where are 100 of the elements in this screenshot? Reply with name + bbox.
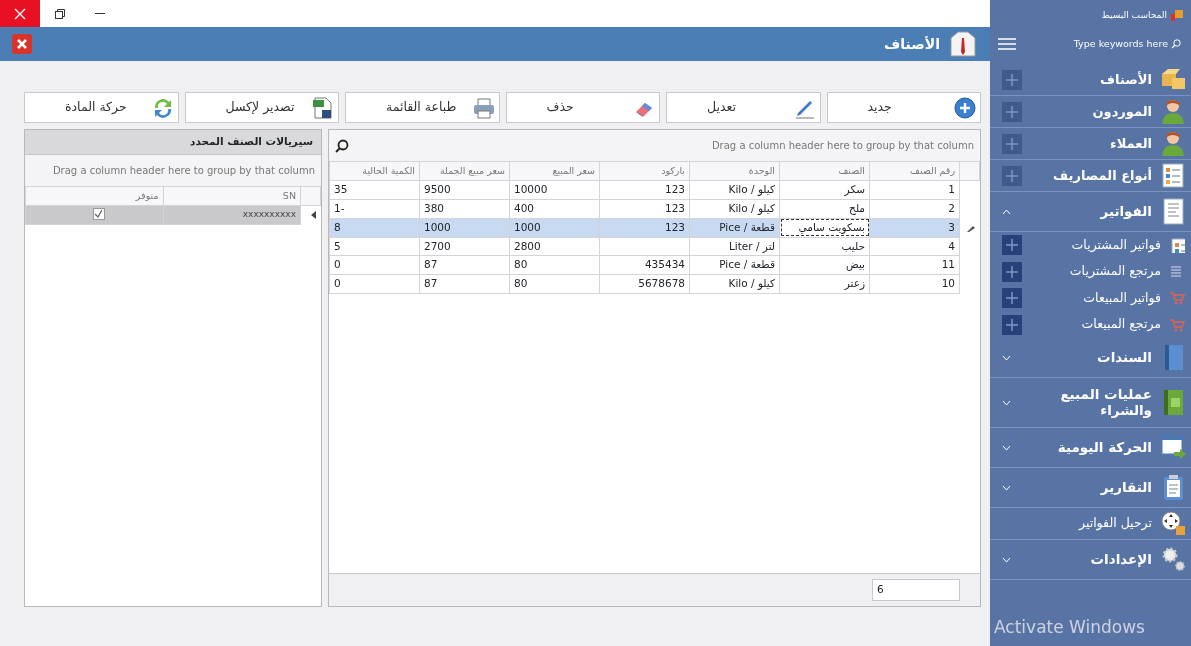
column-header[interactable]: الكمية الحالية — [329, 161, 420, 181]
table-cell: كيلو / Kilo — [689, 180, 780, 200]
count-field[interactable]: 6 — [872, 579, 960, 601]
form-title: الأصناف — [884, 34, 940, 54]
globe-lock-icon — [1160, 510, 1187, 537]
excel-button[interactable]: تصدير لإكسل — [184, 92, 339, 123]
column-header[interactable]: سعر المبيع — [509, 161, 600, 181]
sidebar-item[interactable]: فواتير المبيعات — [1083, 288, 1161, 308]
table-cell: 2700 — [419, 237, 510, 256]
checklist-icon — [1169, 237, 1185, 254]
sidebar-item[interactable]: ترحيل الفواتير — [1079, 514, 1152, 533]
activation-notice: Activate Windows — [994, 615, 1145, 639]
expand-caret-icon[interactable] — [1002, 557, 1011, 563]
table-cell: 380 — [419, 199, 510, 219]
table-cell: 80 — [509, 255, 600, 275]
table-cell: 2 — [869, 199, 960, 219]
search-field[interactable]: Type keywords here — [1073, 36, 1181, 52]
cart-icon — [1169, 316, 1185, 333]
table-cell: 11 — [869, 255, 960, 275]
sidebar-item[interactable]: الأصناف — [1100, 69, 1152, 90]
add-button[interactable] — [1002, 165, 1022, 186]
checklist-icon — [1160, 162, 1187, 189]
table-cell: 2800 — [509, 237, 600, 256]
column-header[interactable]: باركود — [599, 161, 690, 181]
column-header[interactable]: الصنف — [779, 161, 870, 181]
app-title: المحاسب البسيط — [1101, 9, 1167, 23]
sidebar-item[interactable]: الموردون — [1092, 101, 1152, 122]
column-header[interactable]: رقم الصنف — [869, 161, 960, 181]
search-icon — [1171, 39, 1181, 49]
add-button[interactable] — [1002, 314, 1022, 335]
sidebar-item[interactable]: مرتجع المشتريات — [1069, 262, 1161, 282]
panel-title: سيريالات الصنف المحدد — [25, 130, 321, 155]
sidebar-item[interactable]: عمليات المبيع والشراء — [1052, 387, 1152, 418]
collapse-caret-icon[interactable] — [1002, 209, 1011, 215]
table-cell: كيلو / Kilo — [689, 274, 780, 294]
print-button[interactable]: طباعة القائمة — [345, 92, 500, 123]
document-icon — [1160, 198, 1187, 225]
table-cell: 0 — [329, 274, 420, 294]
person-icon — [1160, 98, 1187, 125]
table-cell: 1 — [869, 180, 960, 200]
spreadsheet-file-icon — [312, 96, 334, 119]
sidebar-item[interactable]: الحركة اليومية — [1057, 439, 1152, 456]
close-icon — [14, 7, 26, 20]
edit-button[interactable]: تعديل — [666, 92, 821, 123]
table-cell: 435434 — [599, 255, 690, 275]
checkbox[interactable] — [92, 207, 105, 220]
search-icon — [335, 138, 349, 153]
group-hint: Drag a column header here to group by that column — [711, 139, 974, 153]
column-header[interactable]: الوحدة — [689, 161, 780, 181]
table-cell: زعتر — [779, 274, 870, 294]
expand-caret-icon[interactable] — [1002, 485, 1011, 491]
table-cell: 35 — [329, 180, 420, 200]
sidebar-item[interactable]: أنواع المصاريف — [1053, 165, 1152, 186]
table-cell: 10 — [869, 274, 960, 294]
table-cell: 123 — [599, 199, 690, 219]
sidebar-item[interactable]: فواتير المشتريات — [1071, 235, 1161, 255]
table-cell: 10000 — [509, 180, 600, 200]
expand-caret-icon[interactable] — [1002, 445, 1011, 451]
column-header[interactable]: سعر مبيع الجملة — [419, 161, 510, 181]
table-row[interactable]: xxxxxxxxxx — [25, 205, 321, 225]
table-cell: 87 — [419, 255, 510, 275]
add-button[interactable] — [1002, 288, 1022, 309]
gears-icon — [1160, 546, 1187, 573]
table-cell: 87 — [419, 274, 510, 294]
add-button[interactable] — [1002, 261, 1022, 282]
window-arrow-icon — [1160, 434, 1187, 461]
new-button[interactable]: جديد — [826, 92, 981, 123]
sidebar-item[interactable]: مرتجع المبيعات — [1081, 315, 1161, 335]
sidebar-item[interactable]: الإعدادات — [1090, 551, 1152, 568]
table-cell: ملح — [779, 199, 870, 219]
add-button[interactable] — [1002, 235, 1022, 256]
table-cell: 123 — [599, 180, 690, 200]
expand-caret-icon[interactable] — [1002, 355, 1011, 361]
row-pointer-icon — [310, 211, 317, 220]
person-icon — [1160, 130, 1187, 157]
sidebar-item[interactable]: العملاء — [1110, 133, 1152, 154]
table-cell: 400 — [509, 199, 600, 219]
plus-circle-icon — [954, 96, 976, 119]
sidebar-item[interactable]: الفواتير — [1100, 203, 1152, 220]
table-cell: حليب — [779, 237, 870, 256]
add-button[interactable] — [1002, 133, 1022, 154]
add-button[interactable] — [1002, 101, 1022, 122]
table-cell: 80 — [509, 274, 600, 294]
add-button[interactable] — [1002, 69, 1022, 90]
app-logo-icon — [1171, 10, 1183, 22]
movement-button[interactable]: حركة المادة — [24, 92, 179, 123]
sidebar-item[interactable]: التقارير — [1100, 479, 1152, 496]
table-cell: 5 — [329, 237, 420, 256]
table-cell: كيلو / Kilo — [689, 199, 780, 219]
delete-button[interactable]: حذف — [505, 92, 660, 123]
restore-icon — [55, 8, 65, 19]
column-header[interactable]: متوفر — [25, 186, 163, 206]
table-cell: 1- — [329, 199, 420, 219]
column-header[interactable]: SN — [163, 186, 301, 206]
table-cell: 0 — [329, 255, 420, 275]
close-form-button[interactable] — [12, 34, 32, 54]
table-cell: سكر — [779, 180, 870, 200]
group-hint: Drag a column header here to group by that column — [52, 164, 315, 176]
expand-caret-icon[interactable] — [1002, 400, 1011, 406]
sidebar-item[interactable]: السندات — [1097, 349, 1152, 366]
